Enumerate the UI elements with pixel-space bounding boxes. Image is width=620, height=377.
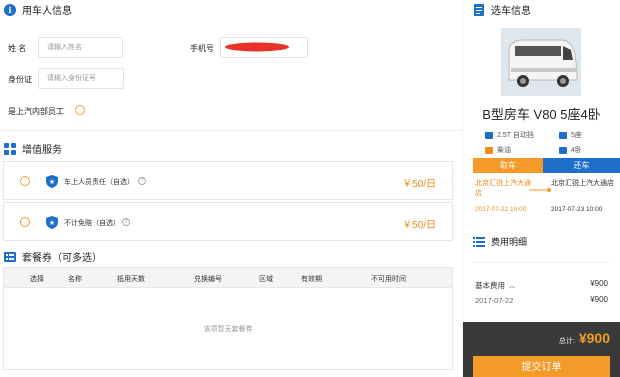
- car-info-header: 选车信息: [473, 2, 531, 17]
- beds-value: 4卧: [571, 147, 582, 154]
- fuel-spec: 柴油: [485, 145, 511, 155]
- base-fee-value: ¥900: [590, 279, 608, 288]
- seats-spec: 5座: [559, 130, 582, 140]
- employee-label: 是上汽内部员工: [8, 107, 64, 116]
- chevron-up-icon: ︿: [509, 284, 516, 290]
- value-added-title: 增值服务: [22, 145, 62, 156]
- service-radio[interactable]: [20, 176, 30, 186]
- column-header: 抵用天数: [117, 276, 145, 283]
- fee-date-value: ¥900: [590, 295, 608, 304]
- svg-text:★: ★: [49, 219, 55, 227]
- divider: [473, 262, 610, 263]
- column-header: 有效期: [301, 276, 322, 283]
- value-added-header: 增值服务: [4, 141, 62, 156]
- car-name: B型房车 V80 5座4卧: [482, 107, 601, 122]
- total-value: ¥900: [578, 330, 610, 346]
- engine-spec: 2.5T 自动挡: [485, 130, 534, 140]
- car-info-title: 选车信息: [491, 6, 531, 17]
- empty-message: 该项暂无套餐券: [203, 326, 253, 333]
- phone-label: 手机号: [190, 44, 214, 53]
- column-header: 不可用时间: [371, 276, 406, 283]
- beds-spec: 4卧: [559, 145, 582, 155]
- employee-radio[interactable]: [75, 105, 85, 115]
- bed-icon: [559, 146, 567, 154]
- shield-icon: ★: [46, 216, 58, 229]
- service-name: 车上人员责任（自选）: [64, 179, 134, 186]
- service-radio[interactable]: [20, 217, 30, 227]
- list-icon: [4, 251, 16, 263]
- service-name: 不计免赔（自选）: [64, 220, 120, 227]
- shield-icon: ★: [46, 175, 58, 188]
- user-info-header: i 用车人信息: [4, 2, 72, 17]
- engine-value: 2.5T 自动挡: [497, 132, 534, 139]
- submit-order-button[interactable]: 提交订单: [473, 356, 610, 377]
- fuel-value: 柴油: [497, 147, 511, 154]
- coupon-table-header: 选择 名称 抵用天数 兑换编号 区域 有效期 不可用时间: [3, 267, 453, 288]
- fee-header: 费用明细: [473, 235, 527, 248]
- route-connector: [529, 188, 551, 192]
- seats-value: 5座: [571, 132, 582, 139]
- coupon-table-body: 该项暂无套餐券: [3, 288, 453, 370]
- column-header: 区域: [259, 276, 273, 283]
- return-location: 北京汇锐上汽大通店: [551, 180, 614, 187]
- user-info-title: 用车人信息: [22, 6, 72, 17]
- order-summary: 选车信息 B型房车 V80 5座4卧 2.5T 自动挡 5座 柴油 4卧 取车 …: [463, 0, 620, 377]
- service-item: ★ 不计免赔（自选） ? ￥50/日: [3, 202, 453, 241]
- car-image: [501, 28, 581, 96]
- column-header: 名称: [68, 276, 82, 283]
- grid-icon: [4, 142, 16, 155]
- service-price: ￥50/日: [402, 179, 436, 190]
- order-form: i 用车人信息 姓 名 请输入姓名 手机号 身份证 请输入身份证号 是上汽内部员…: [0, 0, 462, 377]
- name-label: 姓 名: [8, 44, 27, 53]
- info-icon: i: [4, 3, 16, 16]
- coupon-title: 套餐券（可多选）: [22, 253, 102, 264]
- id-label: 身份证: [8, 75, 32, 84]
- base-fee-label[interactable]: 基本费用 ︿: [475, 280, 515, 291]
- divider: [0, 130, 462, 131]
- phone-input[interactable]: [220, 37, 308, 58]
- service-item: ★ 车上人员责任（自选） ? ￥50/日: [3, 161, 453, 200]
- name-input[interactable]: 请输入姓名: [38, 37, 123, 58]
- return-time: 2017-07-23 10:00: [551, 206, 603, 213]
- engine-icon: [485, 131, 493, 139]
- total-bar: 总计: ¥900 提交订单: [463, 322, 620, 377]
- svg-text:★: ★: [49, 178, 55, 186]
- tab-pickup[interactable]: 取车: [473, 158, 543, 173]
- base-fee-text: 基本费用: [475, 281, 505, 290]
- fee-date: 2017-07-22: [475, 296, 514, 305]
- id-input[interactable]: 请输入身份证号: [38, 68, 124, 89]
- pickup-location: 北京汇锐上汽大通店: [475, 180, 531, 197]
- help-icon[interactable]: ?: [122, 218, 130, 226]
- list-icon: [473, 236, 485, 248]
- help-icon[interactable]: ?: [138, 177, 146, 185]
- column-header: 兑换编号: [194, 276, 222, 283]
- fee-title: 费用明细: [491, 237, 528, 247]
- redacted-mark: [225, 42, 289, 52]
- service-price: ￥50/日: [402, 220, 436, 231]
- seat-icon: [559, 131, 567, 139]
- document-icon: [473, 3, 485, 16]
- column-header: 选择: [30, 276, 44, 283]
- fuel-icon: [485, 146, 493, 154]
- tab-return[interactable]: 还车: [543, 158, 620, 173]
- total-label: 总计:: [559, 338, 575, 345]
- coupon-header: 套餐券（可多选）: [4, 249, 102, 264]
- pickup-time: 2017-07-22 10:00: [475, 206, 527, 213]
